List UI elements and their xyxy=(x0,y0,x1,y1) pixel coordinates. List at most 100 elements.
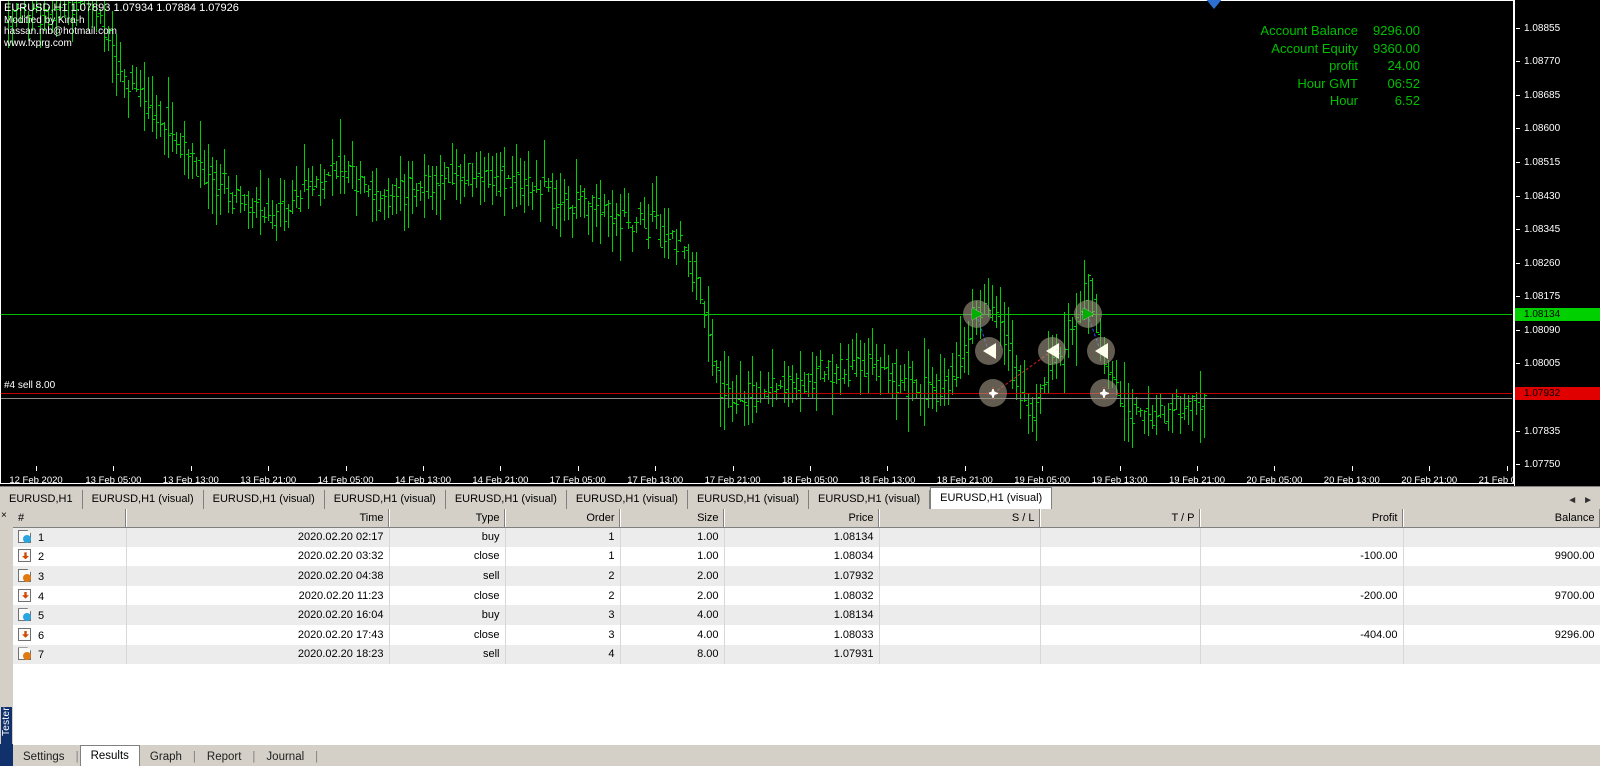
column-header-profit[interactable]: Profit xyxy=(1200,509,1403,527)
candle-wick xyxy=(308,168,309,209)
results-table-body[interactable]: 12020.02.20 02:17buy11.001.0813422020.02… xyxy=(13,527,1600,664)
column-header-tp[interactable]: T / P xyxy=(1040,509,1200,527)
cell-price: 1.08134 xyxy=(724,605,879,625)
table-row[interactable]: 52020.02.20 16:04buy34.001.08134 xyxy=(13,605,1600,625)
candle-open-tick xyxy=(318,195,320,196)
column-header-sl[interactable]: S / L xyxy=(879,509,1040,527)
table-row[interactable]: 22020.02.20 03:32close11.001.08034-100.0… xyxy=(13,547,1600,567)
results-table-header-row[interactable]: #TimeTypeOrderSizePriceS / LT / PProfitB… xyxy=(13,509,1600,527)
column-header-[interactable]: # xyxy=(13,509,126,527)
candle-wick xyxy=(244,194,245,211)
price-axis[interactable]: 1.088551.087701.086851.086001.085151.084… xyxy=(1514,0,1600,486)
column-header-size[interactable]: Size xyxy=(620,509,724,527)
candle-close-tick xyxy=(813,388,815,389)
chart-panel[interactable]: EURUSD,H1 1.07893 1.07934 1.07884 1.0792… xyxy=(0,0,1600,486)
chart-tab-2[interactable]: EURUSD,H1 (visual) xyxy=(204,490,325,509)
candle-close-tick xyxy=(809,381,811,382)
candle-close-tick xyxy=(833,382,835,383)
table-row[interactable]: 42020.02.20 11:23close22.001.08032-200.0… xyxy=(13,586,1600,606)
candle-open-tick xyxy=(302,184,304,185)
candle-open-tick xyxy=(686,250,688,251)
candle-close-tick xyxy=(453,183,455,184)
chart-tab-7[interactable]: EURUSD,H1 (visual) xyxy=(809,490,930,509)
chart-tab-3[interactable]: EURUSD,H1 (visual) xyxy=(325,490,446,509)
candle-close-tick xyxy=(789,376,791,377)
candle-open-tick xyxy=(354,190,356,191)
tester-tab-journal[interactable]: Journal xyxy=(256,749,314,766)
candle-open-tick xyxy=(374,194,376,195)
candle-wick xyxy=(204,150,205,185)
candle-open-tick xyxy=(334,170,336,171)
tester-tab-report[interactable]: Report xyxy=(197,749,252,766)
price-tick: 1.08090 xyxy=(1515,325,1600,337)
candle-wick xyxy=(224,149,225,194)
credit-line-2: hassan.mb@hotmail.com xyxy=(4,26,117,37)
chart-plot-area[interactable]: EURUSD,H1 1.07893 1.07934 1.07884 1.0792… xyxy=(0,0,1512,486)
table-row[interactable]: 72020.02.20 18:23sell48.001.07931 xyxy=(13,645,1600,665)
time-tick-mark xyxy=(191,466,192,471)
time-tick-label: 14 Feb 21:00 xyxy=(472,475,528,486)
table-row[interactable]: 12020.02.20 02:17buy11.001.08134 xyxy=(13,527,1600,547)
candle-wick xyxy=(600,180,601,244)
candle-close-tick xyxy=(673,231,675,232)
tester-panel[interactable]: × Tester #TimeTypeOrderSizePriceS / LT /… xyxy=(0,509,1600,766)
candle-wick xyxy=(744,391,745,426)
candle-close-tick xyxy=(689,261,691,262)
chevron-left-icon[interactable]: ◄ xyxy=(1567,495,1577,506)
current-price-badge: 1.08134 xyxy=(1515,308,1600,321)
table-row[interactable]: 62020.02.20 17:43close34.001.08033-404.0… xyxy=(13,625,1600,645)
account-value: 6.52 xyxy=(1358,92,1420,110)
cell-tp xyxy=(1040,625,1200,645)
time-tick-mark xyxy=(887,466,888,471)
candle-close-tick xyxy=(877,360,879,361)
candle-open-tick xyxy=(338,156,340,157)
candle-close-tick xyxy=(609,203,611,204)
candle-close-tick xyxy=(553,208,555,209)
candle-open-tick xyxy=(286,208,288,209)
candle-open-tick xyxy=(138,96,140,97)
table-row[interactable]: 32020.02.20 04:38sell22.001.07932 xyxy=(13,566,1600,586)
cell-sl xyxy=(879,605,1040,625)
candle-close-tick xyxy=(345,171,347,172)
candle-open-tick xyxy=(390,195,392,196)
price-tick: 1.08685 xyxy=(1515,90,1600,102)
chart-tab-6[interactable]: EURUSD,H1 (visual) xyxy=(688,490,809,509)
candle-close-tick xyxy=(745,402,747,403)
time-tick-label: 18 Feb 13:00 xyxy=(859,475,915,486)
chart-tab-8-active[interactable]: EURUSD,H1 (visual) xyxy=(930,487,1052,509)
trade-marker-exit-3 xyxy=(1087,337,1115,365)
tester-tab-results[interactable]: Results xyxy=(80,745,140,766)
candle-wick xyxy=(812,352,813,398)
candle-close-tick xyxy=(137,89,139,90)
candle-open-tick xyxy=(742,401,744,402)
column-header-order[interactable]: Order xyxy=(505,509,620,527)
chart-tab-0[interactable]: EURUSD,H1 xyxy=(0,490,83,509)
candle-close-tick xyxy=(1001,322,1003,323)
candle-wick xyxy=(532,182,533,210)
column-header-time[interactable]: Time xyxy=(126,509,389,527)
close-icon[interactable]: × xyxy=(1,511,7,520)
candle-close-tick xyxy=(949,390,951,391)
chart-tab-4[interactable]: EURUSD,H1 (visual) xyxy=(446,490,567,509)
column-header-price[interactable]: Price xyxy=(724,509,879,527)
candle-close-tick xyxy=(849,380,851,381)
chart-tabs-scroll-controls[interactable]: ◄ ► xyxy=(1567,495,1600,509)
column-header-balance[interactable]: Balance xyxy=(1403,509,1600,527)
candle-close-tick xyxy=(145,101,147,102)
chevron-right-icon[interactable]: ► xyxy=(1583,495,1593,506)
candle-wick xyxy=(788,366,789,407)
tester-tab-graph[interactable]: Graph xyxy=(140,749,192,766)
candle-open-tick xyxy=(914,380,916,381)
results-table-wrapper[interactable]: #TimeTypeOrderSizePriceS / LT / PProfitB… xyxy=(13,509,1600,664)
candle-open-tick xyxy=(846,359,848,360)
column-header-type[interactable]: Type xyxy=(389,509,505,527)
chart-tab-1[interactable]: EURUSD,H1 (visual) xyxy=(83,490,204,509)
tester-tab-settings[interactable]: Settings xyxy=(13,749,75,766)
candle-wick xyxy=(212,157,213,214)
tester-tab-bar[interactable]: Settings|ResultsGraph|Report|Journal| xyxy=(13,744,1600,766)
candle-open-tick xyxy=(358,179,360,180)
candle-wick xyxy=(304,144,305,192)
chart-tab-bar[interactable]: EURUSD,H1EURUSD,H1 (visual)EURUSD,H1 (vi… xyxy=(0,486,1600,509)
chart-tab-5[interactable]: EURUSD,H1 (visual) xyxy=(567,490,688,509)
candle-close-tick xyxy=(841,359,843,360)
